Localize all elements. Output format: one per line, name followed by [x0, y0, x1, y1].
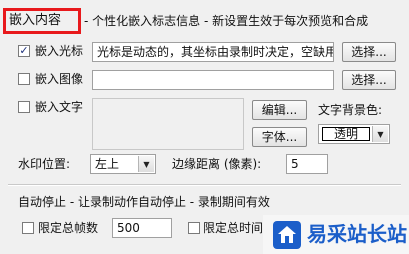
- embed-cursor-field[interactable]: 光标是动态的，其坐标由录制时决定，空缺用: [92, 42, 334, 62]
- watermark-logo-text: 易采站长站: [307, 222, 407, 246]
- bg-color-value: 透明: [333, 127, 358, 141]
- embed-image-field[interactable]: [92, 70, 334, 90]
- watermark-position-value: 左上: [95, 157, 120, 171]
- limit-frames-checkbox[interactable]: [22, 222, 34, 234]
- embed-text-area[interactable]: [92, 98, 244, 150]
- embed-text-label: 嵌入文字: [35, 100, 84, 114]
- embed-image-label: 嵌入图像: [35, 72, 84, 86]
- embed-image-checkbox[interactable]: [18, 73, 30, 85]
- chevron-down-icon: ▼: [372, 126, 388, 142]
- embed-tab-label: 嵌入内容: [9, 13, 62, 28]
- edit-text-button[interactable]: 编辑...: [252, 100, 307, 120]
- limit-frames-label: 限定总帧数: [38, 221, 99, 235]
- text-bg-color-label: 文字背景色:: [318, 103, 383, 117]
- frames-value: 500: [117, 221, 140, 235]
- margin-value: 5: [291, 157, 299, 171]
- section-divider: [8, 184, 401, 186]
- watermark-position-label: 水印位置:: [18, 157, 71, 171]
- watermark-logo: 易采站长站: [263, 215, 409, 254]
- embed-cursor-browse-button[interactable]: 选择...: [342, 42, 396, 62]
- embed-section-description: - 个性化嵌入标志信息 - 新设置生效于每次预览和合成: [84, 14, 369, 28]
- frames-spinbox[interactable]: 500: [112, 218, 172, 238]
- embed-cursor-checkbox[interactable]: ✓: [18, 45, 30, 57]
- limit-time-label: 限定总时间: [203, 221, 264, 235]
- watermark-position-dropdown[interactable]: 左上 ▼: [90, 154, 156, 174]
- auto-stop-title: 自动停止 - 让录制动作自动停止 - 录制期间有效: [18, 195, 270, 209]
- margin-spinbox[interactable]: 5: [286, 154, 328, 174]
- bg-color-swatch: 透明: [322, 127, 370, 141]
- limit-time-checkbox[interactable]: [188, 222, 200, 234]
- embed-cursor-label: 嵌入光标: [35, 44, 84, 58]
- embed-image-browse-button[interactable]: 选择...: [342, 70, 396, 90]
- house-logo-icon: [273, 221, 301, 249]
- font-button[interactable]: 字体...: [252, 127, 307, 147]
- margin-label: 边缘距离 (像素):: [172, 157, 262, 171]
- chevron-down-icon: ▼: [138, 156, 154, 172]
- embed-text-checkbox[interactable]: [18, 101, 30, 113]
- text-bg-color-dropdown[interactable]: 透明 ▼: [318, 124, 390, 144]
